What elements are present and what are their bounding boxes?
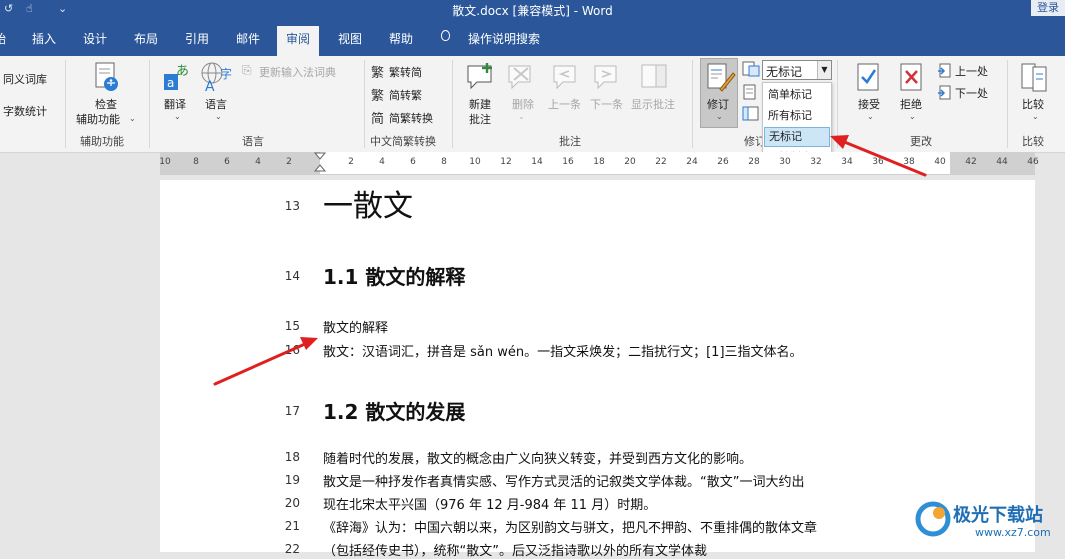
annotation-arrow-menu [830, 135, 927, 177]
watermark: 极光下载站 www.xz7.com [915, 495, 1065, 545]
watermark-brand: 极光下载站 [953, 505, 1043, 526]
watermark-url: www.xz7.com [975, 526, 1051, 539]
annotation-arrow-text [213, 337, 318, 386]
watermark-logo-icon [915, 501, 951, 537]
annotation-layer [213, 135, 927, 386]
